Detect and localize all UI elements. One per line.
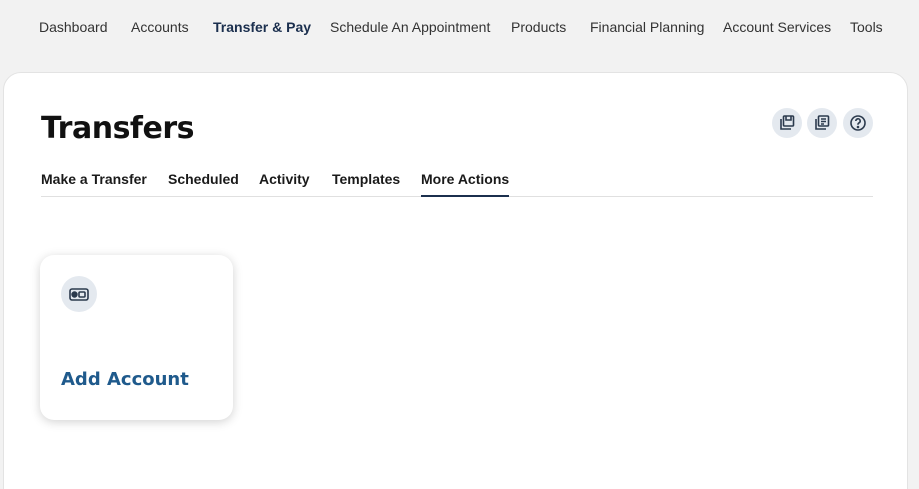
page-title: Transfers bbox=[41, 111, 194, 146]
tab-more-actions[interactable]: More Actions bbox=[421, 171, 510, 197]
tab-activity[interactable]: Activity bbox=[259, 171, 310, 195]
nav-tools[interactable]: Tools bbox=[850, 19, 883, 35]
tab-make-a-transfer[interactable]: Make a Transfer bbox=[41, 171, 147, 195]
nav-transfer-pay[interactable]: Transfer & Pay bbox=[213, 19, 311, 35]
help-icon bbox=[849, 114, 867, 132]
transfer-tabs: Make a Transfer Scheduled Activity Templ… bbox=[41, 171, 873, 197]
document-button[interactable] bbox=[807, 108, 837, 138]
transfers-panel: Transfers Make a Transfer Scheduled Acti… bbox=[3, 72, 908, 489]
account-card-icon bbox=[61, 276, 97, 312]
nav-products[interactable]: Products bbox=[511, 19, 566, 35]
top-navigation: Dashboard Accounts Transfer & Pay Schedu… bbox=[0, 0, 919, 52]
document-icon bbox=[813, 114, 831, 132]
add-account-label: Add Account bbox=[61, 369, 189, 390]
nav-account-services[interactable]: Account Services bbox=[723, 19, 831, 35]
save-icon bbox=[778, 114, 796, 132]
add-account-card[interactable]: Add Account bbox=[40, 255, 233, 420]
tab-scheduled[interactable]: Scheduled bbox=[168, 171, 239, 195]
help-button[interactable] bbox=[843, 108, 873, 138]
tab-templates[interactable]: Templates bbox=[332, 171, 400, 195]
nav-financial-planning[interactable]: Financial Planning bbox=[590, 19, 704, 35]
nav-accounts[interactable]: Accounts bbox=[131, 19, 189, 35]
nav-schedule-appointment[interactable]: Schedule An Appointment bbox=[330, 19, 490, 35]
save-button[interactable] bbox=[772, 108, 802, 138]
nav-dashboard[interactable]: Dashboard bbox=[39, 19, 108, 35]
